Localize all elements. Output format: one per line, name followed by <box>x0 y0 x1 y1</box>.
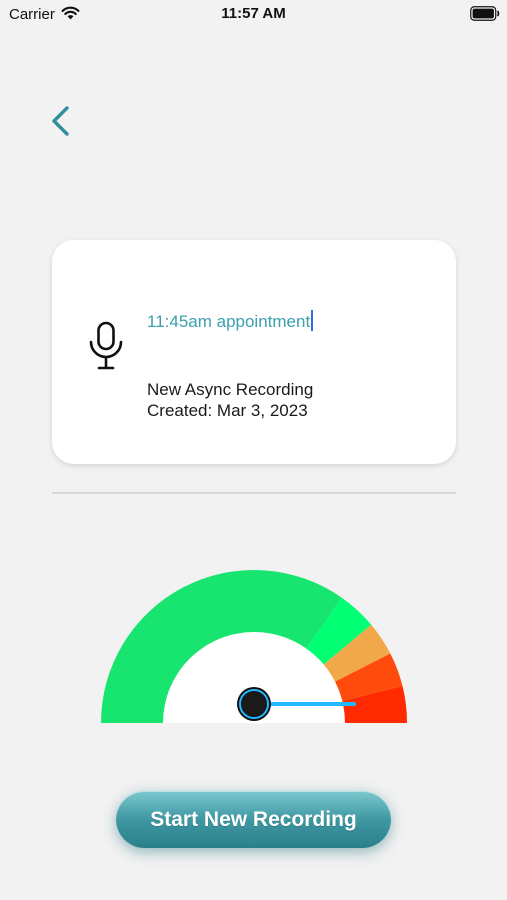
clock: 11:57 AM <box>221 5 286 22</box>
battery-icon <box>470 6 500 21</box>
recording-card: 11:45am appointment New Async Recording … <box>52 240 456 464</box>
recording-created-date: Created: Mar 3, 2023 <box>147 401 308 420</box>
status-bar: Carrier 11:57 AM <box>0 0 507 28</box>
divider <box>52 492 456 494</box>
level-gauge <box>101 570 408 723</box>
back-chevron-icon[interactable] <box>46 102 76 140</box>
microphone-icon <box>89 321 123 370</box>
recording-title-input[interactable]: 11:45am appointment <box>147 310 417 332</box>
recording-title-value: 11:45am appointment <box>147 312 311 331</box>
gauge-hub <box>242 692 266 716</box>
start-new-recording-button[interactable]: Start New Recording <box>116 791 391 848</box>
text-caret <box>311 310 314 331</box>
recording-subtitle: New Async Recording <box>147 380 314 399</box>
